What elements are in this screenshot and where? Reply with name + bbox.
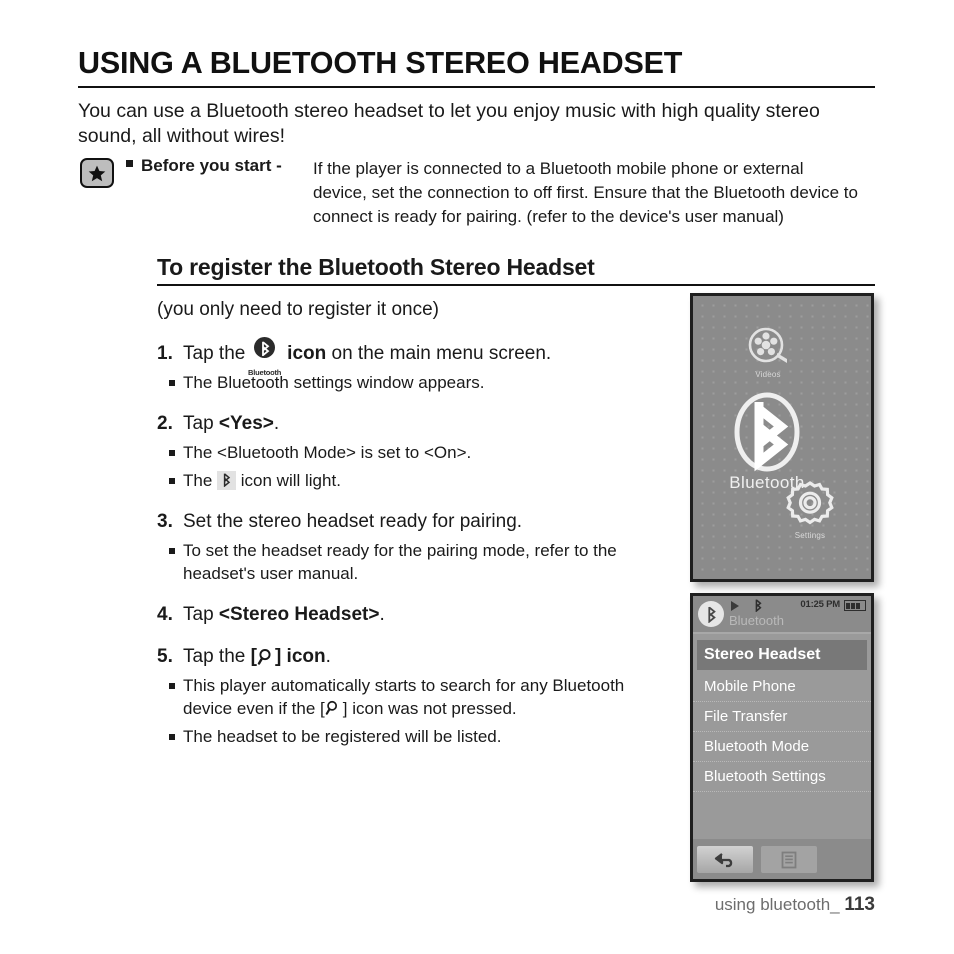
main-menu-label-settings: Settings: [794, 531, 826, 540]
step-2-sublist: The <Bluetooth Mode> is set to <On>. The…: [157, 441, 677, 492]
menu-item-file-transfer[interactable]: File Transfer: [693, 702, 871, 732]
step-1-heading: 1. Tap the Bluetooth icon on the main me…: [157, 337, 677, 377]
step-2-sub-before: The: [183, 471, 213, 490]
step-5-number: 5.: [157, 646, 173, 667]
note-text: If the player is connected to a Bluetoot…: [313, 159, 858, 226]
list-item: To set the headset ready for the pairing…: [157, 539, 677, 585]
bluetooth-logo-icon: [734, 392, 800, 472]
footer-chapter: using bluetooth_: [714, 895, 840, 914]
bluetooth-menu-list: Stereo Headset Mobile Phone File Transfe…: [693, 634, 871, 839]
step-3: 3. Set the stereo headset ready for pair…: [157, 508, 677, 585]
status-bar: 01:25 PM Bluetooth: [693, 596, 871, 634]
lead-note: (you only need to register it once): [157, 299, 439, 320]
step-4-title: Tap <Stereo Headset>.: [183, 601, 677, 629]
step-5-heading: 5. Tap the [] icon.: [157, 643, 677, 671]
step-5-text-after: .: [325, 646, 331, 667]
device-footer-bar: [693, 839, 871, 879]
step-4-text-after: .: [379, 604, 385, 625]
step-2-text-after: .: [273, 413, 280, 434]
menu-item-stereo-headset[interactable]: Stereo Headset: [697, 640, 867, 670]
manual-page: USING A BLUETOOTH STEREO HEADSET You can…: [0, 0, 954, 954]
back-arrow-icon: [714, 852, 733, 867]
step-4: 4. Tap <Stereo Headset>.: [157, 601, 677, 629]
menu-item-bluetooth-mode[interactable]: Bluetooth Mode: [693, 732, 871, 762]
step-3-sublist: To set the headset ready for the pairing…: [157, 539, 677, 585]
menu-item-bluetooth-settings[interactable]: Bluetooth Settings: [693, 762, 871, 792]
step-5: 5. Tap the [] icon. This player automati…: [157, 643, 677, 748]
list-menu-button[interactable]: [761, 846, 817, 873]
step-2-number: 2.: [157, 413, 173, 434]
step-1-sublist: The Bluetooth settings window appears.: [157, 371, 677, 394]
page-footer: using bluetooth_ 113: [715, 894, 875, 916]
device-screenshot-bluetooth-menu: 01:25 PM Bluetooth Stereo Headset Mobile…: [690, 593, 874, 882]
list-item: This player automatically starts to sear…: [157, 674, 677, 720]
screen-title: Bluetooth: [729, 613, 784, 628]
step-2-sub-after: icon will light.: [240, 471, 341, 490]
main-menu-label-videos: Videos: [755, 370, 781, 379]
footer-page-number: 113: [844, 894, 875, 915]
step-3-title: Set the stereo headset ready for pairing…: [183, 511, 523, 532]
play-icon: [731, 601, 739, 611]
magnifier-icon: [257, 648, 275, 665]
steps-column: (you only need to register it once) 1. T…: [157, 297, 677, 754]
step-4-heading: 4. Tap <Stereo Headset>.: [157, 601, 677, 629]
list-item: The headset to be registered will be lis…: [157, 725, 677, 748]
step-5-bold: icon: [286, 646, 326, 667]
step-4-bold: <Stereo Headset>: [218, 604, 380, 625]
menu-item-mobile-phone[interactable]: Mobile Phone: [693, 672, 871, 702]
list-item: The <Bluetooth Mode> is set to <On>.: [157, 441, 677, 464]
title-divider: [78, 86, 875, 88]
bluetooth-small-icon: [217, 471, 237, 490]
magnifier-icon: [325, 700, 343, 717]
list-item: The icon will light.: [157, 469, 677, 492]
star-badge-icon: [80, 158, 114, 188]
step-5-bracket-close: ]: [274, 646, 282, 667]
battery-full-icon: [844, 600, 866, 611]
step-5-sub-part-b: ] icon was not pressed.: [342, 699, 517, 718]
step-5-text-before: Tap the: [183, 646, 246, 667]
step-1-title: Tap the Bluetooth icon on the main menu …: [183, 337, 677, 377]
step-2-bold: <Yes>: [218, 413, 274, 434]
device-screenshot-main-menu: Videos Bluetooth Settings: [690, 293, 874, 582]
step-1-text-after: on the main menu screen.: [331, 343, 552, 364]
list-menu-icon: [781, 851, 797, 868]
step-2-heading: 2. Tap <Yes>.: [157, 410, 677, 438]
bluetooth-icon: Bluetooth: [248, 337, 281, 377]
step-5-title: Tap the [] icon.: [183, 643, 677, 671]
gear-icon: [786, 481, 834, 525]
subheading-divider: [157, 284, 875, 286]
list-item: The Bluetooth settings window appears.: [157, 371, 677, 394]
page-title: USING A BLUETOOTH STEREO HEADSET: [78, 46, 683, 80]
step-2-text-before: Tap: [183, 413, 214, 434]
status-time: 01:25 PM: [800, 599, 840, 610]
section-subheading: To register the Bluetooth Stereo Headset: [157, 254, 595, 280]
step-3-heading: 3. Set the stereo headset ready for pair…: [157, 508, 677, 536]
step-1-text-before: Tap the: [183, 343, 246, 364]
step-1-bold: icon: [287, 343, 327, 364]
step-1-number: 1.: [157, 343, 173, 364]
step-4-text-before: Tap: [183, 604, 214, 625]
step-4-number: 4.: [157, 604, 173, 625]
back-button[interactable]: [697, 846, 753, 873]
note-label: Before you start -: [141, 156, 282, 175]
main-menu-item-bluetooth[interactable]: Bluetooth: [693, 392, 843, 493]
step-2: 2. Tap <Yes>. The <Bluetooth Mode> is se…: [157, 410, 677, 492]
step-5-sublist: This player automatically starts to sear…: [157, 674, 677, 748]
film-reel-icon: [748, 327, 787, 363]
bluetooth-circle-icon: [698, 601, 724, 627]
step-2-title: Tap <Yes>.: [183, 410, 677, 438]
step-1: 1. Tap the Bluetooth icon on the main me…: [157, 337, 677, 394]
step-3-number: 3.: [157, 511, 173, 532]
intro-paragraph: You can use a Bluetooth stereo headset t…: [78, 100, 820, 147]
main-menu-item-settings[interactable]: Settings: [765, 479, 855, 540]
main-menu-item-videos[interactable]: Videos: [729, 326, 807, 379]
note-bullet-marker: [126, 160, 133, 167]
